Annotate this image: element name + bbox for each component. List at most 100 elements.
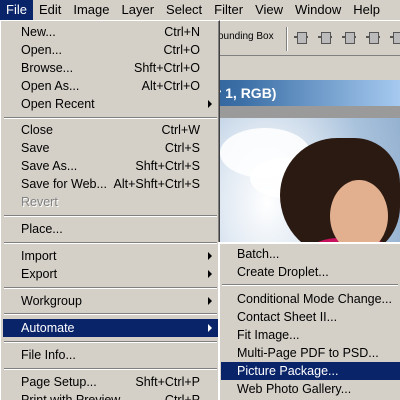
- menu-separator: [4, 242, 217, 244]
- submenu-arrow-icon: [208, 270, 212, 278]
- menu-separator: [4, 117, 217, 119]
- submenu-arrow-icon: [208, 100, 212, 108]
- submenu-arrow-icon: [208, 324, 212, 332]
- submenu-item-contact-sheet[interactable]: Contact Sheet II...: [221, 308, 400, 326]
- menu-separator: [4, 368, 217, 370]
- menu-item-shortcut: Ctrl+W: [161, 123, 200, 137]
- menu-image[interactable]: Image: [67, 0, 115, 20]
- menu-bar: File Edit Image Layer Select Filter View…: [0, 0, 400, 20]
- submenu-item-label: Conditional Mode Change...: [237, 292, 392, 306]
- menu-item-new[interactable]: New... Ctrl+N: [3, 23, 218, 41]
- menu-help-label: Help: [353, 2, 381, 17]
- submenu-item-pdf-to-psd[interactable]: Multi-Page PDF to PSD...: [221, 344, 400, 362]
- automate-submenu: Batch... Create Droplet... Conditional M…: [218, 242, 400, 400]
- submenu-item-label: Fit Image...: [237, 328, 300, 342]
- menu-file-label: File: [6, 2, 27, 17]
- menu-view-label: View: [255, 2, 284, 17]
- align-hcenter-icon[interactable]: [388, 29, 400, 45]
- align-top-icon[interactable]: [292, 29, 310, 45]
- align-vcenter-icon[interactable]: [316, 29, 334, 45]
- menu-edit[interactable]: Edit: [33, 0, 67, 20]
- menu-item-file-info[interactable]: File Info...: [3, 346, 218, 364]
- menu-item-shortcut: Ctrl+N: [164, 25, 200, 39]
- submenu-item-web-photo-gallery[interactable]: Web Photo Gallery...: [221, 380, 400, 398]
- menu-item-page-setup[interactable]: Page Setup... Shft+Ctrl+P: [3, 373, 218, 391]
- submenu-item-label: Web Photo Gallery...: [237, 382, 352, 396]
- menu-filter-label: Filter: [214, 2, 244, 17]
- menu-image-label: Image: [73, 2, 110, 17]
- menu-file[interactable]: File: [0, 0, 33, 20]
- submenu-item-label: Picture Package...: [237, 364, 339, 378]
- options-separator: [286, 27, 288, 51]
- submenu-item-fit-image[interactable]: Fit Image...: [221, 326, 400, 344]
- menu-item-label: Save As...: [21, 159, 78, 173]
- menu-item-open-recent[interactable]: Open Recent: [3, 95, 218, 113]
- menu-item-label: New...: [21, 25, 56, 39]
- menu-item-label: Browse...: [21, 61, 74, 75]
- menu-item-label: Import: [21, 249, 57, 263]
- menu-item-label: Open As...: [21, 79, 80, 93]
- menu-view[interactable]: View: [249, 0, 289, 20]
- menu-item-shortcut: Shft+Ctrl+S: [135, 159, 200, 173]
- menu-item-label: Workgroup: [21, 294, 82, 308]
- menu-item-label: Save for Web...: [21, 177, 107, 191]
- menu-separator: [4, 287, 217, 289]
- submenu-item-create-droplet[interactable]: Create Droplet...: [221, 263, 400, 281]
- menu-item-shortcut: Ctrl+P: [164, 393, 200, 400]
- menu-item-label: Automate: [21, 321, 75, 335]
- menu-item-shortcut: Ctrl+S: [164, 141, 200, 155]
- menu-item-shortcut: Ctrl+O: [163, 43, 200, 57]
- menu-item-label: Open...: [21, 43, 62, 57]
- menu-item-print-with-preview[interactable]: Print with Preview... Ctrl+P: [3, 391, 218, 400]
- menu-item-label: Export: [21, 267, 58, 281]
- submenu-separator: [222, 284, 398, 286]
- menu-item-label: Close: [21, 123, 53, 137]
- align-buttons: [292, 29, 400, 45]
- menu-item-label: Revert: [21, 195, 58, 209]
- menu-item-shortcut: Alt+Ctrl+O: [141, 79, 200, 93]
- menu-item-place[interactable]: Place...: [3, 220, 218, 238]
- menu-help[interactable]: Help: [347, 0, 386, 20]
- menu-item-revert: Revert: [3, 193, 218, 211]
- submenu-item-label: Contact Sheet II...: [237, 310, 338, 324]
- menu-item-label: File Info...: [21, 348, 76, 362]
- menu-separator: [4, 313, 217, 315]
- submenu-item-picture-package[interactable]: Picture Package...: [221, 362, 400, 380]
- menu-separator: [4, 341, 217, 343]
- menu-item-label: Place...: [21, 222, 63, 236]
- submenu-item-conditional-mode-change[interactable]: Conditional Mode Change...: [221, 290, 400, 308]
- menu-item-shortcut: Shft+Ctrl+P: [135, 375, 200, 389]
- menu-item-label: Print with Preview...: [21, 393, 131, 400]
- menu-item-open-as[interactable]: Open As... Alt+Ctrl+O: [3, 77, 218, 95]
- menu-select-label: Select: [166, 2, 203, 17]
- menu-item-shortcut: Shft+Ctrl+O: [134, 61, 200, 75]
- submenu-arrow-icon: [208, 297, 212, 305]
- menu-item-import[interactable]: Import: [3, 247, 218, 265]
- menu-item-automate[interactable]: Automate: [3, 319, 218, 337]
- menu-item-save[interactable]: Save Ctrl+S: [3, 139, 218, 157]
- menu-window[interactable]: Window: [289, 0, 347, 20]
- menu-item-save-as[interactable]: Save As... Shft+Ctrl+S: [3, 157, 218, 175]
- menu-item-workgroup[interactable]: Workgroup: [3, 292, 218, 310]
- menu-item-save-for-web[interactable]: Save for Web... Alt+Shft+Ctrl+S: [3, 175, 218, 193]
- menu-filter[interactable]: Filter: [208, 0, 249, 20]
- menu-item-shortcut: Alt+Shft+Ctrl+S: [113, 177, 201, 191]
- menu-layer[interactable]: Layer: [116, 0, 161, 20]
- menu-item-open[interactable]: Open... Ctrl+O: [3, 41, 218, 59]
- file-menu: New... Ctrl+N Open... Ctrl+O Browse... Shft…: [0, 20, 220, 400]
- submenu-item-label: Create Droplet...: [237, 265, 329, 279]
- align-bottom-icon[interactable]: [340, 29, 358, 45]
- menu-window-label: Window: [295, 2, 342, 17]
- submenu-item-batch[interactable]: Batch...: [221, 245, 400, 263]
- menu-item-export[interactable]: Export: [3, 265, 218, 283]
- menu-item-label: Page Setup...: [21, 375, 97, 389]
- menu-item-browse[interactable]: Browse... Shft+Ctrl+O: [3, 59, 218, 77]
- show-bounding-box-label[interactable]: ounding Box: [218, 31, 274, 42]
- menu-separator: [4, 215, 217, 217]
- menu-select[interactable]: Select: [160, 0, 208, 20]
- menu-item-label: Open Recent: [21, 97, 95, 111]
- menu-item-close[interactable]: Close Ctrl+W: [3, 121, 218, 139]
- align-left-icon[interactable]: [364, 29, 382, 45]
- menu-layer-label: Layer: [121, 2, 155, 17]
- menu-item-label: Save: [21, 141, 50, 155]
